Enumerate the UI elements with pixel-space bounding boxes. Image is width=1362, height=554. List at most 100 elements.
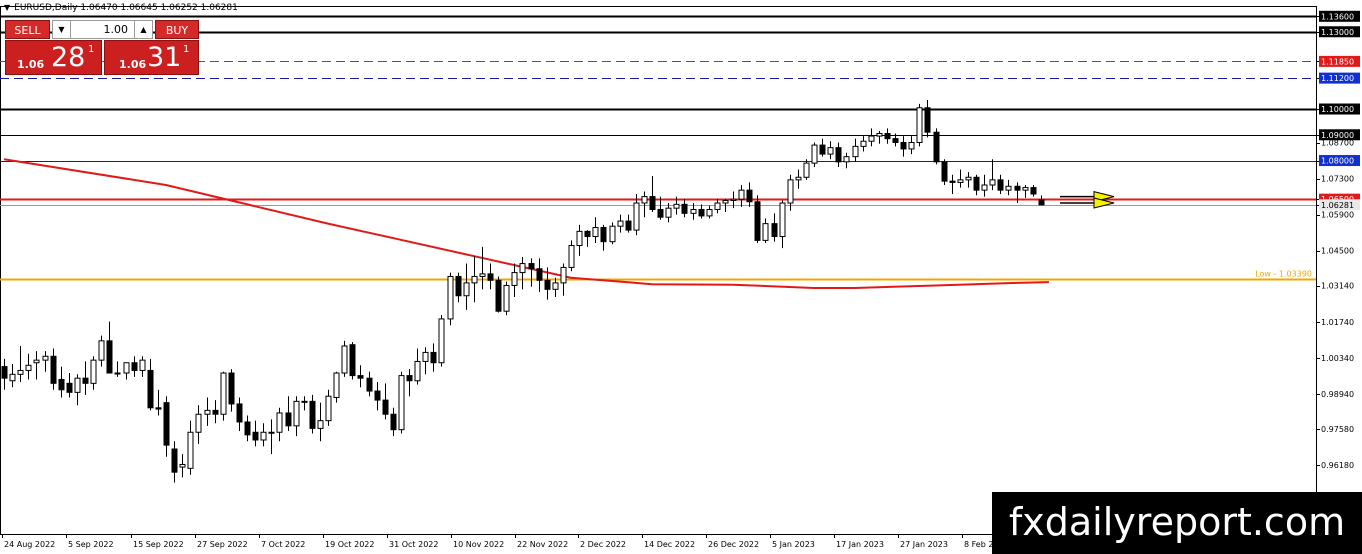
candle-body [325,395,332,422]
candle [285,396,292,431]
candle-body [58,378,65,391]
triangle-down-icon[interactable]: ▼ [4,3,10,12]
candle [447,272,454,326]
brand-watermark: fxdailyreport.com [992,492,1362,554]
candle [187,420,194,475]
candle [973,174,980,196]
candle-body [147,369,154,409]
candle-body [997,179,1004,191]
candle [762,218,769,243]
candle [58,366,65,398]
candle-body [66,382,73,393]
candle-body [463,282,470,297]
candle [803,159,810,180]
candle [592,217,599,243]
candle-body [495,279,502,312]
candle-body [1014,185,1021,191]
price-label: 0.96180 [1321,461,1354,470]
sell-price-prefix: 1.06 [17,58,45,71]
candle [576,224,583,256]
candle [997,174,1004,195]
volume-input[interactable]: 1.00 [71,21,129,38]
candle [333,371,340,403]
sell-price-big: 28 [51,42,86,73]
candle-body [260,431,267,441]
candle [779,200,786,249]
candle [819,138,826,157]
candle [503,281,510,316]
level-label: Low - 1.03390 [1255,270,1312,279]
candle-body [398,375,405,431]
price-label: 1.08700 [1321,139,1354,148]
candle [471,255,478,303]
candle-body [722,199,729,204]
volume-down-icon[interactable]: ▼ [53,21,71,38]
candle-body [9,373,16,382]
candle [949,174,956,195]
candle [123,362,130,380]
candle-body [204,409,211,415]
buy-price-box[interactable]: 1.06 31 1 [104,40,199,75]
candle [876,130,883,144]
buy-price-prefix: 1.06 [119,58,147,71]
candle-body [430,351,437,364]
candle-body [236,403,243,423]
candle [900,136,907,157]
candle-body [949,180,956,183]
candle-body [90,359,97,384]
candle-body [479,273,486,277]
candle [131,356,138,377]
time-label: 27 Sep 2022 [197,540,248,549]
candle [430,343,437,372]
sell-price-sup: 1 [88,44,95,55]
candle [1022,185,1029,198]
volume-stepper[interactable]: ▼ 1.00 ▲ [52,20,153,39]
price-label: 1.13000 [1321,28,1354,37]
candle-body [155,407,162,410]
price-label: 1.01740 [1321,318,1354,327]
candle-body [374,390,381,401]
candle-body [560,266,567,284]
candle-body [42,355,49,361]
candle [706,205,713,219]
candle-body [406,375,413,382]
candle-body [892,138,899,144]
candle-body [17,369,24,375]
candle [204,397,211,426]
candle-body [973,176,980,191]
sell-button[interactable]: SELL [5,20,50,39]
candle-body [285,412,292,427]
candle-body [941,161,948,182]
candle [252,420,259,447]
candle [42,351,49,372]
candle-body [447,275,454,320]
sell-price-box[interactable]: 1.06 28 1 [5,40,102,75]
candle [25,353,32,380]
time-label: 5 Sep 2022 [68,540,114,549]
candle-body [835,147,842,163]
candle-body [706,208,713,217]
candle [179,454,186,478]
candle-body [309,400,316,429]
buy-button[interactable]: BUY [155,20,199,39]
candle-body [252,431,259,441]
candle [827,141,834,160]
candle [228,369,235,412]
candle-body [536,268,543,281]
price-chart[interactable]: Low - 1.03390 1.13600 1.13000 1.11850 1.112… [0,0,1362,554]
candle [924,100,931,138]
candle-body [341,345,348,374]
candle-body [884,132,891,140]
time-label: 5 Jan 2023 [772,540,815,549]
candle-body [738,189,745,200]
candle [349,342,356,380]
volume-up-icon[interactable]: ▲ [134,21,152,38]
price-label: 1.10000 [1321,105,1354,114]
candle-body [957,179,964,183]
candle-body [163,402,170,446]
candle [268,419,275,455]
candle-body [98,340,105,361]
time-label: 10 Nov 2022 [453,540,504,549]
candle [309,394,316,434]
candle-body [82,377,89,384]
